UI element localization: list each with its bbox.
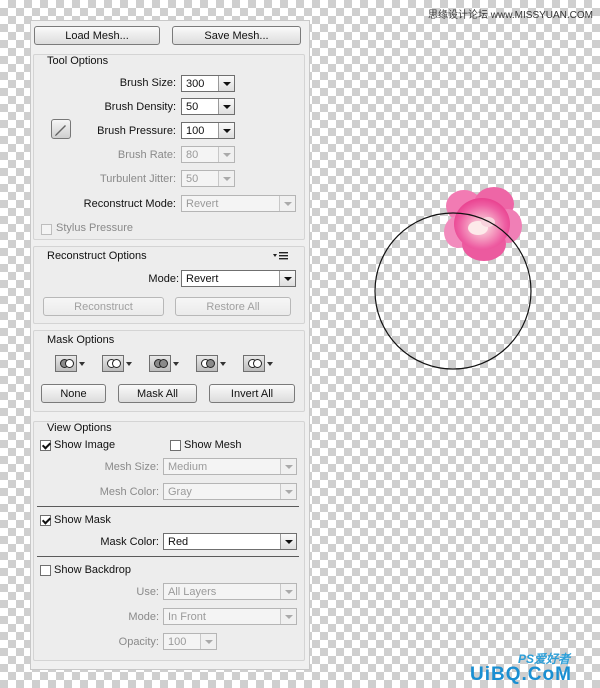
- chevron-down-icon[interactable]: [218, 147, 234, 162]
- reconstruct-options-title: Reconstruct Options: [47, 250, 147, 262]
- chevron-down-icon[interactable]: [218, 171, 234, 186]
- chevron-down-icon[interactable]: [218, 123, 234, 138]
- chevron-down-icon[interactable]: [279, 271, 295, 286]
- stylus-brush-icon[interactable]: [51, 119, 71, 139]
- brush-density-label: Brush Density:: [104, 101, 176, 113]
- watermark-top: 思缘设计论坛 www.MISSYUAN.COM: [428, 10, 594, 21]
- invert-selection-mask-button[interactable]: [243, 355, 275, 372]
- brush-rate-label: Brush Rate:: [117, 149, 176, 161]
- save-mesh-button[interactable]: Save Mesh...: [172, 26, 301, 45]
- backdrop-mode-select[interactable]: In Front: [163, 608, 297, 625]
- chevron-down-icon[interactable]: [280, 584, 296, 599]
- stylus-pressure-checkbox[interactable]: [41, 224, 52, 235]
- mesh-size-select[interactable]: Medium: [163, 458, 297, 475]
- turbulent-jitter-label: Turbulent Jitter:: [99, 173, 176, 185]
- show-image-label: Show Image: [54, 439, 116, 451]
- intersect-selection-mask-button[interactable]: [196, 355, 228, 372]
- chevron-down-icon: [220, 362, 226, 366]
- brush-density-field[interactable]: 50: [181, 98, 235, 115]
- invert-selection-icon: [243, 355, 265, 372]
- stylus-pressure-label: Stylus Pressure: [56, 222, 134, 234]
- backdrop-mode-label: Mode:: [128, 611, 159, 623]
- brush-size-label: Brush Size:: [119, 77, 176, 89]
- show-mask-label: Show Mask: [54, 514, 111, 526]
- invert-all-button[interactable]: Invert All: [209, 384, 295, 403]
- mask-color-select[interactable]: Red: [163, 533, 297, 550]
- chevron-down-icon[interactable]: [218, 76, 234, 91]
- pen-icon: [55, 125, 66, 136]
- turbulent-jitter-field[interactable]: 50: [181, 170, 235, 187]
- mesh-color-select[interactable]: Gray: [163, 483, 297, 500]
- replace-selection-icon: [55, 355, 77, 372]
- chevron-down-icon: [126, 362, 132, 366]
- panel-menu-icon[interactable]: [273, 251, 289, 261]
- liquify-options-panel: Load Mesh... Save Mesh... Tool Options B…: [30, 20, 310, 670]
- add-to-selection-icon: [102, 355, 124, 372]
- view-options-title: View Options: [47, 422, 112, 434]
- show-mask-checkbox[interactable]: [40, 515, 51, 526]
- brush-cursor-circle: [374, 212, 532, 370]
- mask-options-title: Mask Options: [47, 334, 115, 346]
- subtract-from-selection-mask-button[interactable]: [149, 355, 181, 372]
- reconstruct-options-mode-select[interactable]: Revert: [181, 270, 296, 287]
- chevron-down-icon[interactable]: [218, 99, 234, 114]
- chevron-down-icon[interactable]: [280, 534, 296, 549]
- load-mesh-button[interactable]: Load Mesh...: [34, 26, 160, 45]
- tool-options-title: Tool Options: [47, 55, 109, 67]
- subtract-from-selection-icon: [149, 355, 171, 372]
- show-backdrop-checkbox[interactable]: [40, 565, 51, 576]
- backdrop-use-label: Use:: [136, 586, 159, 598]
- mesh-size-label: Mesh Size:: [104, 461, 159, 473]
- chevron-down-icon: [173, 362, 179, 366]
- reconstruct-mode-select[interactable]: Revert: [181, 195, 296, 212]
- chevron-down-icon: [267, 362, 273, 366]
- backdrop-use-select[interactable]: All Layers: [163, 583, 297, 600]
- show-backdrop-label: Show Backdrop: [54, 564, 132, 576]
- backdrop-opacity-label: Opacity:: [118, 636, 159, 648]
- watermark-bottom: UiBQ.CoM: [470, 664, 572, 685]
- divider: [37, 506, 299, 507]
- restore-all-button[interactable]: Restore All: [175, 297, 291, 316]
- show-image-checkbox[interactable]: [40, 440, 51, 451]
- brush-pressure-field[interactable]: 100: [181, 122, 235, 139]
- brush-size-field[interactable]: 300: [181, 75, 235, 92]
- mask-none-button[interactable]: None: [41, 384, 106, 403]
- chevron-down-icon[interactable]: [279, 196, 295, 211]
- intersect-selection-icon: [196, 355, 218, 372]
- chevron-down-icon[interactable]: [200, 634, 216, 649]
- replace-selection-mask-button[interactable]: [55, 355, 87, 372]
- backdrop-opacity-field[interactable]: 100: [163, 633, 217, 650]
- show-mesh-label: Show Mesh: [184, 439, 242, 451]
- chevron-down-icon[interactable]: [280, 459, 296, 474]
- divider: [37, 556, 299, 557]
- add-to-selection-mask-button[interactable]: [102, 355, 134, 372]
- chevron-down-icon: [79, 362, 85, 366]
- reconstruct-mode-label: Reconstruct Mode:: [83, 198, 176, 210]
- brush-rate-field[interactable]: 80: [181, 146, 235, 163]
- mask-all-button[interactable]: Mask All: [118, 384, 197, 403]
- mask-color-label: Mask Color:: [100, 536, 159, 548]
- chevron-down-icon[interactable]: [280, 484, 296, 499]
- chevron-down-icon[interactable]: [280, 609, 296, 624]
- reconstruct-mode-option-label: Mode:: [148, 273, 179, 285]
- reconstruct-button[interactable]: Reconstruct: [43, 297, 164, 316]
- mesh-color-label: Mesh Color:: [99, 486, 159, 498]
- show-mesh-checkbox[interactable]: [170, 440, 181, 451]
- brush-pressure-label: Brush Pressure:: [97, 125, 176, 137]
